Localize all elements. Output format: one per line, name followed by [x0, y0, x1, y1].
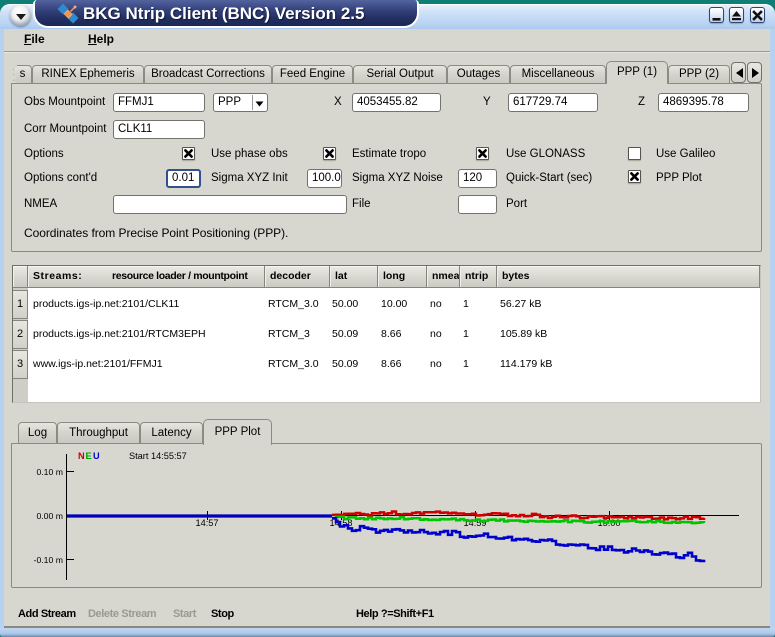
svg-text:E: E: [86, 451, 92, 461]
svg-text:N: N: [78, 451, 85, 461]
svg-text:-0.10 m: -0.10 m: [34, 555, 63, 565]
svg-text:0.10 m: 0.10 m: [36, 467, 63, 477]
svg-text:U: U: [93, 451, 100, 461]
svg-text:0.00 m: 0.00 m: [36, 511, 63, 521]
svg-text:Start 14:55:57: Start 14:55:57: [129, 451, 187, 461]
